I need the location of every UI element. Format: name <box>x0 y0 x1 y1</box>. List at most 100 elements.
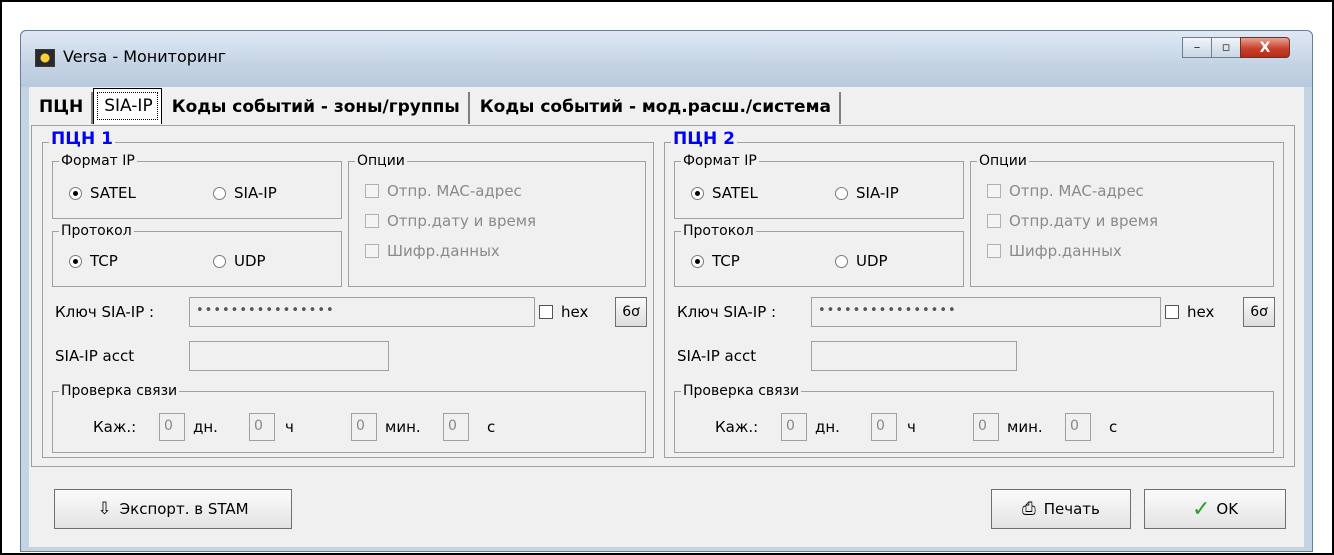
minutes-input[interactable]: 0 <box>973 413 999 441</box>
send-mac-checkbox[interactable]: Отпр. MAC-адрес <box>365 182 522 200</box>
send-mac-checkbox[interactable]: Отпр. MAC-адрес <box>987 182 1144 200</box>
checkbox-label: Шифр.данных <box>387 242 500 260</box>
minimize-button[interactable]: – <box>1182 37 1212 58</box>
hours-input[interactable]: 0 <box>871 413 897 441</box>
minutes-unit: мин. <box>385 418 421 436</box>
radio-unselected-icon <box>835 254 848 268</box>
station-1-group: ПЦН 1 Формат IP SATEL SIA-IP Протокол TC… <box>42 130 654 458</box>
key-label: Ключ SIA-IP : <box>55 303 155 321</box>
tab-strip: ПЦН SIA-IP Коды событий - зоны/группы Ко… <box>29 88 841 124</box>
checkbox-icon <box>1165 305 1179 319</box>
radio-label: TCP <box>712 252 740 270</box>
tab-pcn[interactable]: ПЦН <box>29 92 94 124</box>
format-group: Формат IP SATEL SIA-IP <box>52 152 342 219</box>
radio-label: SIA-IP <box>234 184 277 202</box>
print-button-label: Печать <box>1043 500 1100 518</box>
protocol-group-label: Протокол <box>59 222 134 240</box>
app-icon <box>35 49 55 67</box>
close-button[interactable]: X <box>1240 37 1290 58</box>
title-bar[interactable]: Versa - Мониторинг – ▫ X <box>21 31 1312 87</box>
checkbox-icon <box>987 244 1001 258</box>
format-sia-ip-radio[interactable]: SIA-IP <box>213 184 277 202</box>
radio-selected-icon <box>691 254 704 268</box>
protocol-udp-radio[interactable]: UDP <box>835 252 888 270</box>
encrypt-data-checkbox[interactable]: Шифр.данных <box>365 242 500 260</box>
station-1-title: ПЦН 1 <box>49 129 115 149</box>
protocol-tcp-radio[interactable]: TCP <box>69 252 118 270</box>
format-satel-radio[interactable]: SATEL <box>691 184 758 202</box>
options-group: Опции Отпр. MAC-адрес Отпр.дату и время … <box>970 152 1274 287</box>
every-label: Каж.: <box>715 418 759 436</box>
format-group-label: Формат IP <box>681 152 759 170</box>
send-datetime-checkbox[interactable]: Отпр.дату и время <box>365 212 536 230</box>
days-unit: дн. <box>815 418 840 436</box>
checkbox-label: Отпр.дату и время <box>387 212 537 230</box>
show-key-button[interactable]: 6ơ <box>1243 297 1275 327</box>
protocol-group: Протокол TCP UDP <box>52 222 342 287</box>
minutes-input[interactable]: 0 <box>351 413 377 441</box>
radio-selected-icon <box>691 186 704 200</box>
link-test-group-label: Проверка связи <box>681 382 802 400</box>
print-button[interactable]: ⎙ Печать <box>991 489 1131 529</box>
send-datetime-checkbox[interactable]: Отпр.дату и время <box>987 212 1158 230</box>
ok-button-label: OK <box>1216 500 1239 518</box>
seconds-input[interactable]: 0 <box>443 413 469 441</box>
seconds-unit: с <box>1109 418 1118 436</box>
days-input[interactable]: 0 <box>159 413 185 441</box>
tab-event-codes-zones[interactable]: Коды событий - зоны/группы <box>162 92 470 124</box>
tab-event-codes-modules[interactable]: Коды событий - мод.расш./система <box>470 92 841 124</box>
export-stam-icon: ⇩ <box>97 499 112 519</box>
export-stam-button[interactable]: ⇩ Экспорт. в STAM <box>54 489 292 529</box>
maximize-button[interactable]: ▫ <box>1211 37 1241 58</box>
checkbox-label: hex <box>561 303 589 321</box>
checkmark-icon: ✓ <box>1191 496 1211 522</box>
radio-label: UDP <box>856 252 888 270</box>
checkbox-icon <box>539 305 553 319</box>
minutes-unit: мин. <box>1007 418 1043 436</box>
acct-label: SIA-IP acct <box>677 347 757 365</box>
client-area: ПЦН SIA-IP Коды событий - зоны/группы Ко… <box>29 87 1304 547</box>
hex-checkbox[interactable]: hex <box>539 303 588 321</box>
sia-ip-key-input[interactable]: •••••••••••••••• <box>189 297 535 327</box>
tab-page-sia-ip: ПЦН 1 Формат IP SATEL SIA-IP Протокол TC… <box>31 125 1295 467</box>
checkbox-icon <box>365 244 379 258</box>
format-satel-radio[interactable]: SATEL <box>69 184 136 202</box>
export-button-label: Экспорт. в STAM <box>119 500 249 518</box>
protocol-group-label: Протокол <box>681 222 756 240</box>
days-unit: дн. <box>193 418 218 436</box>
window-title: Versa - Мониторинг <box>63 47 227 66</box>
show-key-button[interactable]: 6ơ <box>615 297 647 327</box>
format-sia-ip-radio[interactable]: SIA-IP <box>835 184 899 202</box>
station-2-group: ПЦН 2 Формат IP SATEL SIA-IP Протокол TC… <box>664 130 1284 458</box>
hours-input[interactable]: 0 <box>249 413 275 441</box>
every-label: Каж.: <box>93 418 137 436</box>
encrypt-data-checkbox[interactable]: Шифр.данных <box>987 242 1122 260</box>
options-group-label: Опции <box>355 152 407 170</box>
hours-unit: ч <box>285 418 294 436</box>
hex-checkbox[interactable]: hex <box>1165 303 1214 321</box>
hours-unit: ч <box>907 418 916 436</box>
format-group-label: Формат IP <box>59 152 137 170</box>
days-input[interactable]: 0 <box>781 413 807 441</box>
protocol-tcp-radio[interactable]: TCP <box>691 252 740 270</box>
checkbox-icon <box>987 184 1001 198</box>
checkbox-icon <box>365 184 379 198</box>
dialog-window: Versa - Мониторинг – ▫ X ПЦН SIA-IP Коды… <box>20 30 1313 552</box>
sia-ip-acct-input[interactable] <box>189 341 389 371</box>
radio-unselected-icon <box>213 186 226 200</box>
ok-button[interactable]: ✓ OK <box>1144 489 1286 529</box>
sia-ip-key-input[interactable]: •••••••••••••••• <box>811 297 1161 327</box>
protocol-udp-radio[interactable]: UDP <box>213 252 266 270</box>
seconds-input[interactable]: 0 <box>1065 413 1091 441</box>
radio-label: TCP <box>90 252 118 270</box>
format-group: Формат IP SATEL SIA-IP <box>674 152 964 219</box>
tab-sia-ip[interactable]: SIA-IP <box>93 88 162 124</box>
radio-label: SIA-IP <box>856 184 899 202</box>
radio-unselected-icon <box>213 254 226 268</box>
link-test-group: Проверка связи Каж.: 0 дн. 0 ч 0 мин. 0 … <box>674 382 1274 453</box>
checkbox-icon <box>987 214 1001 228</box>
acct-label: SIA-IP acct <box>55 347 135 365</box>
sia-ip-acct-input[interactable] <box>811 341 1017 371</box>
checkbox-label: hex <box>1187 303 1215 321</box>
link-test-group: Проверка связи Каж.: 0 дн. 0 ч 0 мин. 0 … <box>52 382 646 453</box>
